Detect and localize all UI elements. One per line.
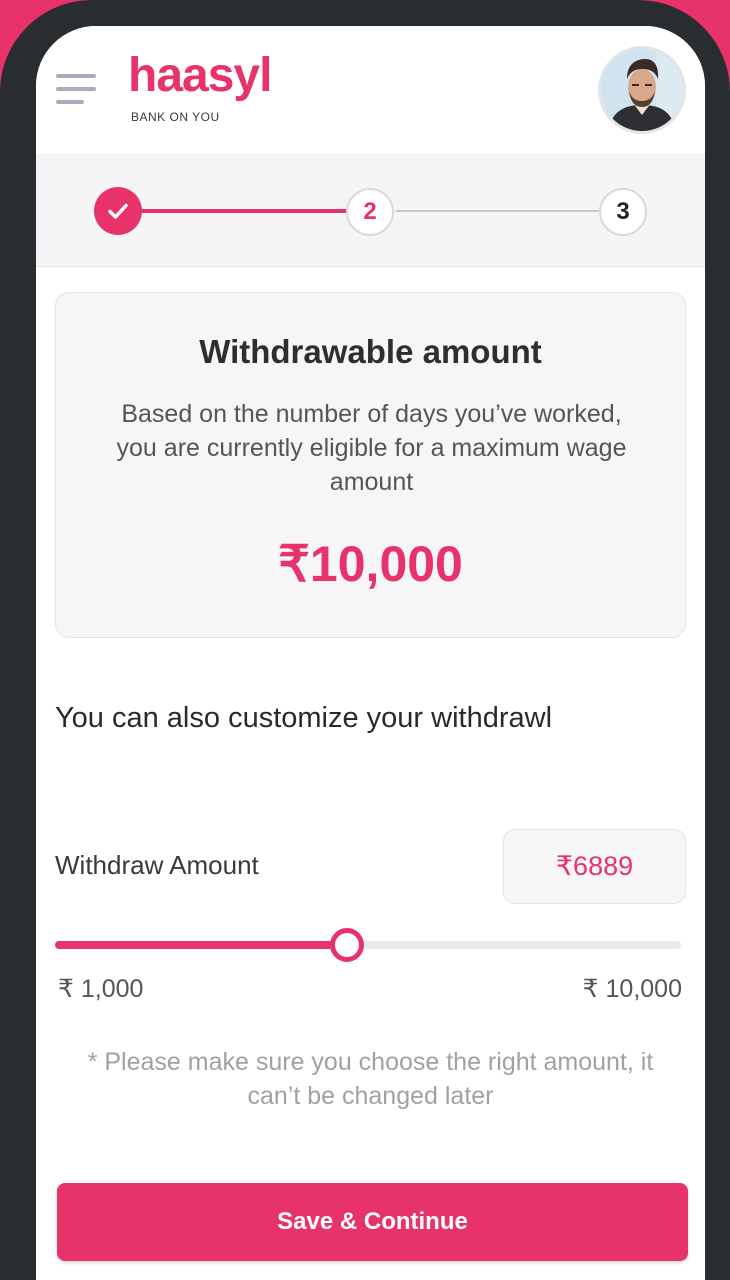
withdraw-amount-label: Withdraw Amount: [55, 850, 259, 880]
withdrawable-amount-card: Withdrawable amount Based on the number …: [55, 292, 686, 638]
user-avatar[interactable]: [598, 46, 686, 134]
brand-tagline: BANK ON YOU: [131, 110, 220, 124]
card-title: Withdrawable amount: [199, 333, 542, 370]
brand-logo: haasyl: [128, 49, 272, 102]
step-1-complete[interactable]: [94, 187, 142, 235]
slider-fill: [55, 941, 347, 949]
customize-heading: You can also customize your withdrawl: [55, 702, 553, 734]
slider-thumb[interactable]: [330, 928, 364, 962]
withdraw-amount-field[interactable]: ₹6889: [503, 829, 686, 904]
step-2-active[interactable]: 2: [346, 188, 394, 236]
progress-stepper: 2 3: [36, 154, 705, 267]
disclaimer-note: * Please make sure you choose the right …: [87, 1048, 654, 1110]
step-connector-pending: [396, 210, 601, 212]
avatar-photo: [601, 49, 683, 131]
step-connector-complete: [141, 209, 347, 213]
amount-slider[interactable]: [55, 928, 681, 962]
hamburger-menu-icon[interactable]: [56, 74, 96, 106]
max-amount: ₹10,000: [278, 536, 463, 592]
slider-max-label: ₹ 10,000: [582, 975, 682, 1003]
phone-frame: haasyl BANK ON YOU 2 3 Withdrawable amou…: [0, 0, 730, 1280]
card-description: Based on the number of days you’ve worke…: [116, 400, 627, 496]
step-3-upcoming[interactable]: 3: [599, 188, 647, 236]
slider-min-label: ₹ 1,000: [58, 975, 144, 1003]
app-header: haasyl BANK ON YOU: [36, 26, 705, 154]
check-icon: [108, 203, 128, 219]
app-screen: haasyl BANK ON YOU 2 3 Withdrawable amou…: [36, 26, 705, 1280]
save-continue-button[interactable]: Save & Continue: [57, 1183, 688, 1261]
